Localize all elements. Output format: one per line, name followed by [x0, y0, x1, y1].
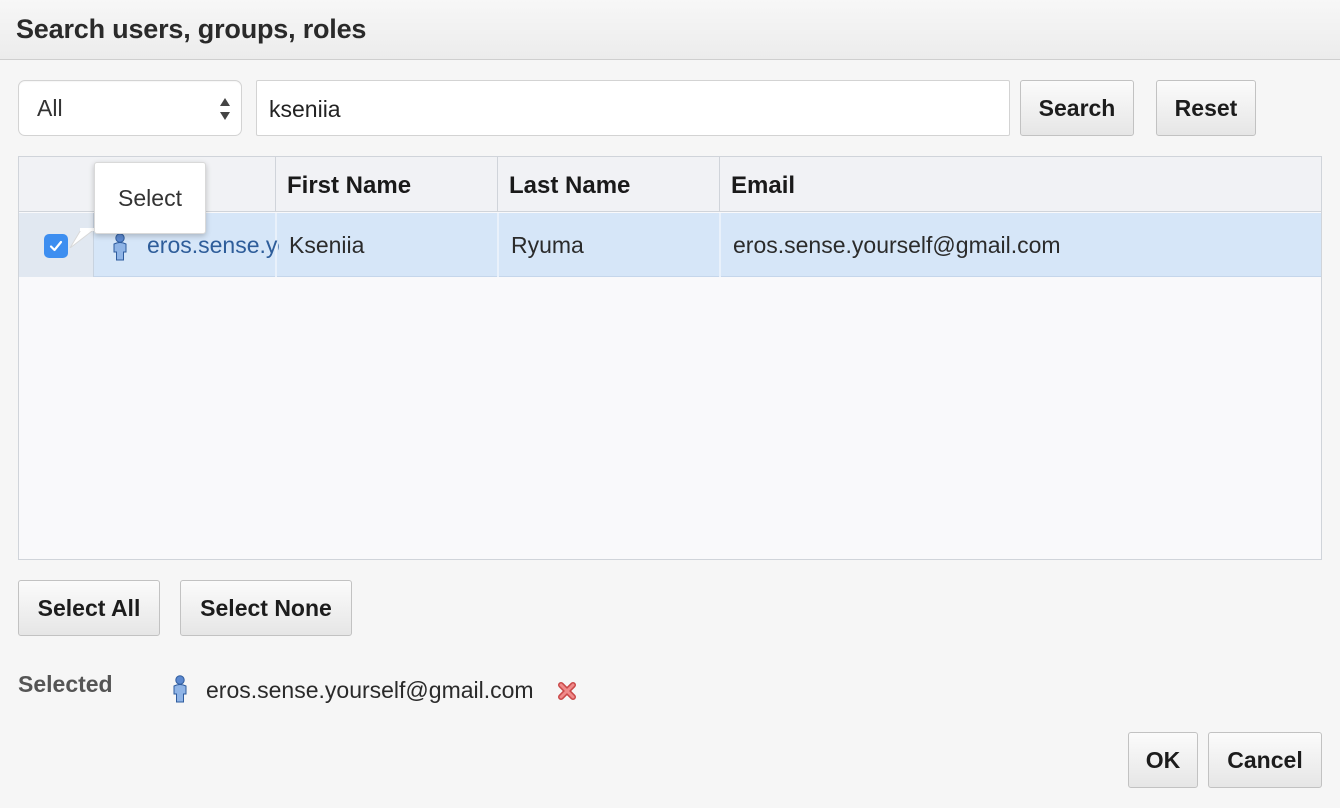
table-header: First Name Last Name Email	[19, 157, 1321, 212]
header-last-name[interactable]: Last Name	[509, 172, 630, 200]
row-email: eros.sense.yourself@gmail.com	[733, 232, 1061, 258]
search-button[interactable]: Search	[1020, 80, 1134, 136]
select-arrows-icon	[220, 98, 230, 120]
column-separator	[719, 213, 721, 277]
remove-icon[interactable]	[556, 680, 578, 702]
select-none-button[interactable]: Select None	[180, 580, 352, 636]
dialog-header: Search users, groups, roles	[0, 0, 1340, 60]
checkmark-icon	[49, 240, 63, 252]
header-first-name[interactable]: First Name	[287, 172, 411, 200]
column-separator	[497, 157, 498, 212]
header-email[interactable]: Email	[731, 172, 795, 200]
column-separator	[275, 157, 276, 212]
results-table: First Name Last Name Email eros.sense.yo…	[18, 156, 1322, 560]
cancel-button[interactable]: Cancel	[1208, 732, 1322, 788]
column-separator	[497, 213, 499, 277]
select-tooltip: Select	[94, 162, 206, 234]
selected-user-icon	[171, 675, 189, 703]
row-first-name: Kseniia	[289, 232, 365, 258]
type-filter-select[interactable]: All	[18, 80, 242, 136]
tooltip-tail	[69, 228, 96, 248]
reset-button[interactable]: Reset	[1156, 80, 1256, 136]
selected-item: eros.sense.yourself@gmail.com	[206, 677, 534, 703]
select-all-button[interactable]: Select All	[18, 580, 160, 636]
search-input[interactable]: kseniia	[256, 80, 1010, 136]
table-row[interactable]: eros.sense.yourself@gmail.com Kseniia Ry…	[19, 213, 1321, 277]
search-input-value: kseniia	[269, 96, 341, 122]
ok-button[interactable]: OK	[1128, 732, 1198, 788]
row-username-link[interactable]: eros.sense.yourself@gmail.com	[147, 232, 279, 259]
user-icon	[111, 233, 129, 261]
dialog-title: Search users, groups, roles	[16, 14, 367, 44]
column-separator	[719, 157, 720, 212]
type-filter-value: All	[37, 95, 63, 121]
row-last-name: Ryuma	[511, 232, 584, 258]
selected-label: Selected	[18, 671, 113, 697]
